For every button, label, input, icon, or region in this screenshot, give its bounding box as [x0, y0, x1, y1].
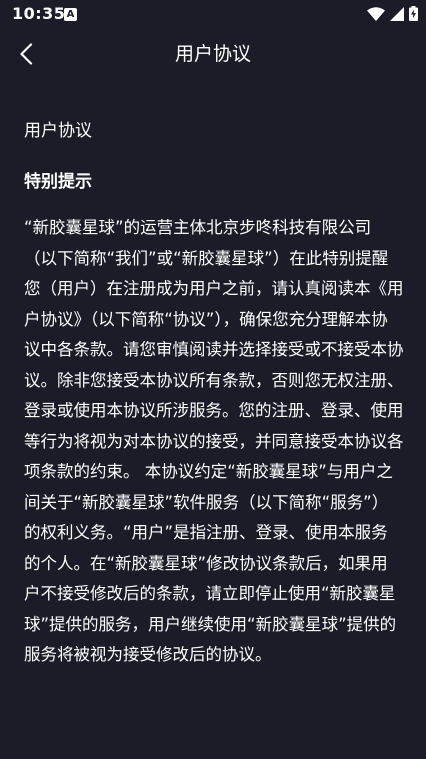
nav-bar: 用户协议	[0, 30, 426, 78]
signal-icon	[390, 6, 404, 21]
back-button[interactable]	[8, 36, 44, 72]
battery-charging-icon	[409, 6, 418, 21]
status-icons	[367, 6, 418, 21]
section-title: 特别提示	[24, 172, 92, 192]
status-bar: 10:35 A	[0, 0, 426, 30]
agreement-content: 用户协议 特别提示 “新胶囊星球”的运营主体北京步咚科技有限公司（以下简称“我们…	[24, 112, 404, 671]
document-heading: 用户协议	[24, 121, 92, 141]
agreement-paragraph: “新胶囊星球”的运营主体北京步咚科技有限公司（以下简称“我们”或“新胶囊星球”）…	[24, 218, 404, 664]
status-time: 10:35	[12, 4, 66, 23]
page-title: 用户协议	[174, 43, 251, 65]
chevron-left-icon	[20, 43, 33, 65]
notification-a-icon: A	[64, 8, 77, 21]
wifi-icon	[367, 6, 385, 21]
